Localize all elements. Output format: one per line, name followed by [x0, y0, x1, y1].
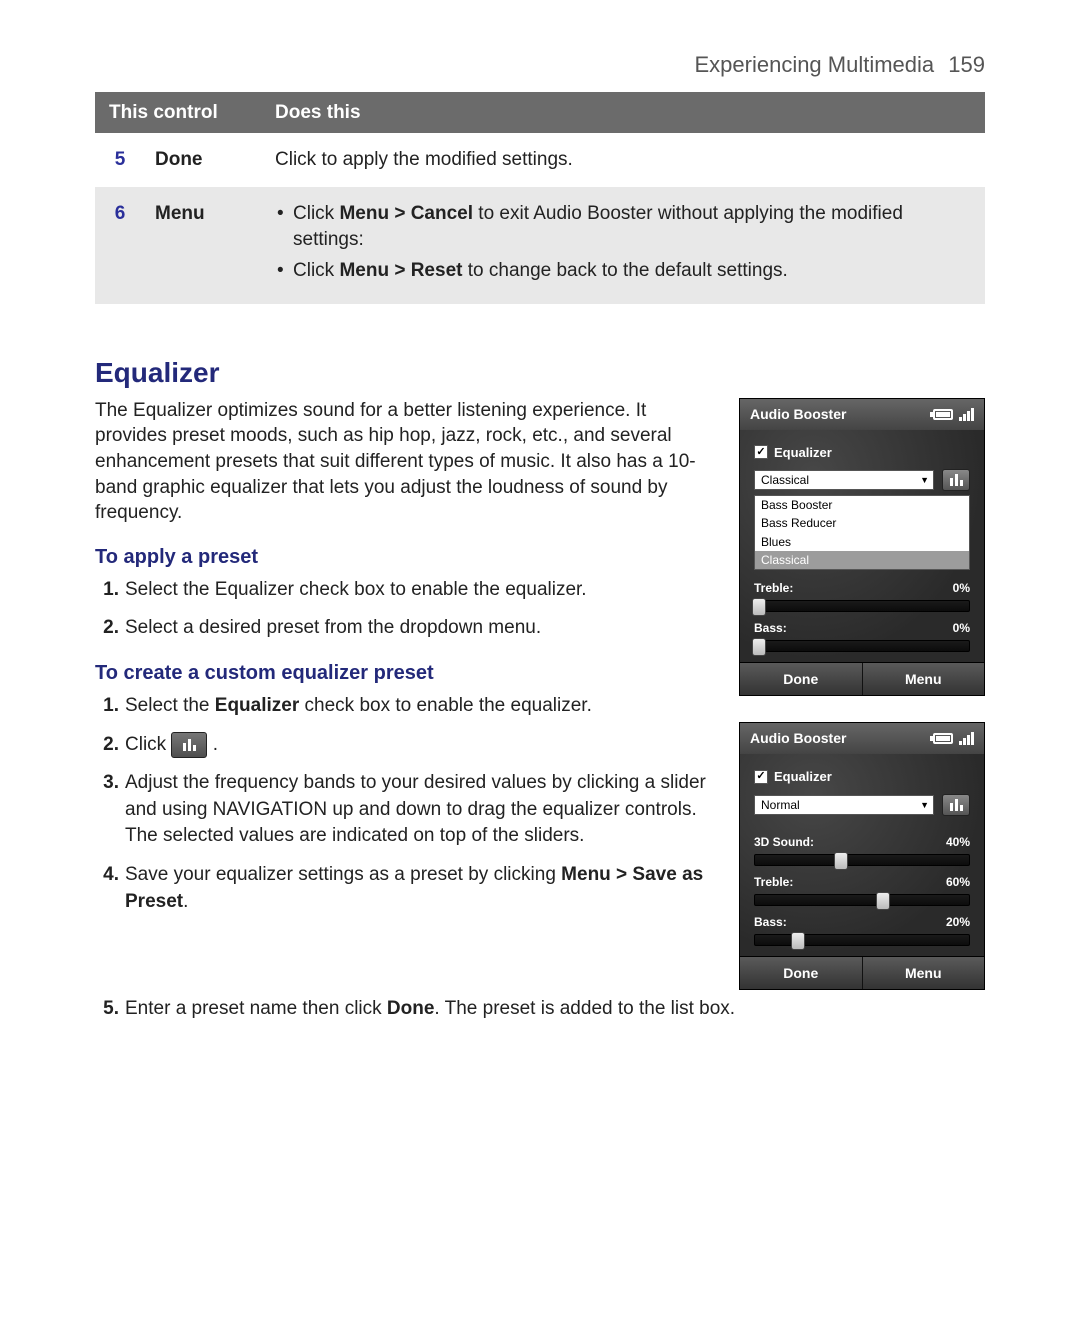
- table-head-control: This control: [95, 92, 261, 134]
- slider-thumb[interactable]: [876, 892, 890, 910]
- equalizer-intro: The Equalizer optimizes sound for a bett…: [95, 398, 713, 526]
- step: Adjust the frequency bands to your desir…: [125, 770, 713, 850]
- text-bold: Done: [387, 998, 435, 1019]
- text: Click: [293, 203, 339, 224]
- custom-preset-heading: To create a custom equalizer preset: [95, 660, 713, 687]
- bass-label: Bass:: [754, 620, 787, 636]
- slider-thumb[interactable]: [752, 598, 766, 616]
- treble-slider[interactable]: [754, 600, 970, 612]
- step: Select the Equalizer check box to enable…: [125, 693, 713, 720]
- step: Save your equalizer settings as a preset…: [125, 862, 713, 915]
- text-bold: Menu > Cancel: [339, 203, 473, 224]
- preset-option[interactable]: Bass Reducer: [755, 514, 969, 532]
- page-number: 159: [948, 52, 985, 77]
- equalizer-checkbox-label: Equalizer: [774, 768, 832, 786]
- preset-option-selected[interactable]: Classical: [755, 551, 969, 569]
- treble-label: Treble:: [754, 874, 793, 890]
- text: .: [213, 734, 218, 755]
- text: Click: [293, 260, 339, 281]
- step: Select a desired preset from the dropdow…: [125, 615, 713, 642]
- step: Select the Equalizer check box to enable…: [125, 577, 713, 604]
- sound3d-slider[interactable]: [754, 854, 970, 866]
- treble-value: 60%: [946, 874, 970, 890]
- preset-option[interactable]: Bass Booster: [755, 496, 969, 514]
- equalizer-button[interactable]: [942, 794, 970, 816]
- window-title: Audio Booster: [750, 729, 846, 748]
- text: . The preset is added to the list box.: [434, 998, 735, 1019]
- preset-listbox[interactable]: Bass Booster Bass Reducer Blues Classica…: [754, 495, 970, 570]
- text-bold: Menu > Reset: [339, 260, 462, 281]
- treble-value: 0%: [953, 580, 970, 596]
- text: .: [183, 891, 188, 912]
- row-number: 5: [95, 133, 141, 187]
- signal-icon: [959, 408, 974, 421]
- menu-button[interactable]: Menu: [862, 957, 985, 989]
- text-bold: Equalizer: [215, 695, 299, 716]
- section-title: Experiencing Multimedia: [694, 52, 934, 77]
- table-head-does: Does this: [261, 92, 985, 134]
- slider-thumb[interactable]: [791, 932, 805, 950]
- equalizer-checkbox-label: Equalizer: [774, 444, 832, 462]
- treble-slider[interactable]: [754, 894, 970, 906]
- menu-button[interactable]: Menu: [862, 663, 985, 695]
- done-button[interactable]: Done: [740, 957, 862, 989]
- control-name: Menu: [141, 187, 261, 304]
- bass-value: 0%: [953, 620, 970, 636]
- table-row: 5 Done Click to apply the modified setti…: [95, 133, 985, 187]
- equalizer-checkbox[interactable]: ✓: [754, 770, 768, 784]
- chevron-down-icon: ▼: [920, 474, 929, 486]
- control-description: Click Menu > Cancel to exit Audio Booste…: [261, 187, 985, 304]
- table-row: 6 Menu Click Menu > Cancel to exit Audio…: [95, 187, 985, 304]
- equalizer-checkbox[interactable]: ✓: [754, 445, 768, 459]
- treble-label: Treble:: [754, 580, 793, 596]
- text: Enter a preset name then click: [125, 998, 387, 1019]
- step: Click .: [125, 732, 713, 759]
- audio-booster-screenshot: Audio Booster ✓ Equalizer Classical ▼: [739, 398, 985, 697]
- custom-preset-steps: Select the Equalizer check box to enable…: [95, 693, 713, 915]
- bass-label: Bass:: [754, 914, 787, 930]
- custom-preset-steps-cont: Enter a preset name then click Done. The…: [95, 996, 985, 1023]
- step: Enter a preset name then click Done. The…: [125, 996, 985, 1023]
- text: Save your equalizer settings as a preset…: [125, 864, 561, 885]
- preset-option[interactable]: Blues: [755, 533, 969, 551]
- text: Click: [125, 734, 171, 755]
- signal-icon: [959, 732, 974, 745]
- preset-dropdown-value: Classical: [761, 472, 809, 488]
- bass-slider[interactable]: [754, 640, 970, 652]
- preset-dropdown-value: Normal: [761, 797, 800, 813]
- bass-value: 20%: [946, 914, 970, 930]
- equalizer-heading: Equalizer: [95, 354, 985, 392]
- sound3d-value: 40%: [946, 834, 970, 850]
- row-number: 6: [95, 187, 141, 304]
- page-header: Experiencing Multimedia 159: [95, 50, 985, 80]
- window-title: Audio Booster: [750, 405, 846, 424]
- text: check box to enable the equalizer.: [299, 695, 592, 716]
- text: to change back to the default settings.: [462, 260, 787, 281]
- battery-icon: [933, 733, 953, 744]
- audio-booster-screenshot: Audio Booster ✓ Equalizer Normal ▼: [739, 722, 985, 990]
- text: Select the: [125, 695, 215, 716]
- apply-preset-steps: Select the Equalizer check box to enable…: [95, 577, 713, 642]
- slider-thumb[interactable]: [752, 638, 766, 656]
- bass-slider[interactable]: [754, 934, 970, 946]
- control-description: Click to apply the modified settings.: [261, 133, 985, 187]
- control-name: Done: [141, 133, 261, 187]
- preset-dropdown[interactable]: Classical ▼: [754, 470, 934, 490]
- apply-preset-heading: To apply a preset: [95, 544, 713, 571]
- battery-icon: [933, 409, 953, 420]
- sound3d-label: 3D Sound:: [754, 834, 814, 850]
- slider-thumb[interactable]: [834, 852, 848, 870]
- done-button[interactable]: Done: [740, 663, 862, 695]
- equalizer-button[interactable]: [942, 469, 970, 491]
- equalizer-icon: [171, 732, 207, 758]
- preset-dropdown[interactable]: Normal ▼: [754, 795, 934, 815]
- controls-table: This control Does this 5 Done Click to a…: [95, 92, 985, 304]
- chevron-down-icon: ▼: [920, 799, 929, 811]
